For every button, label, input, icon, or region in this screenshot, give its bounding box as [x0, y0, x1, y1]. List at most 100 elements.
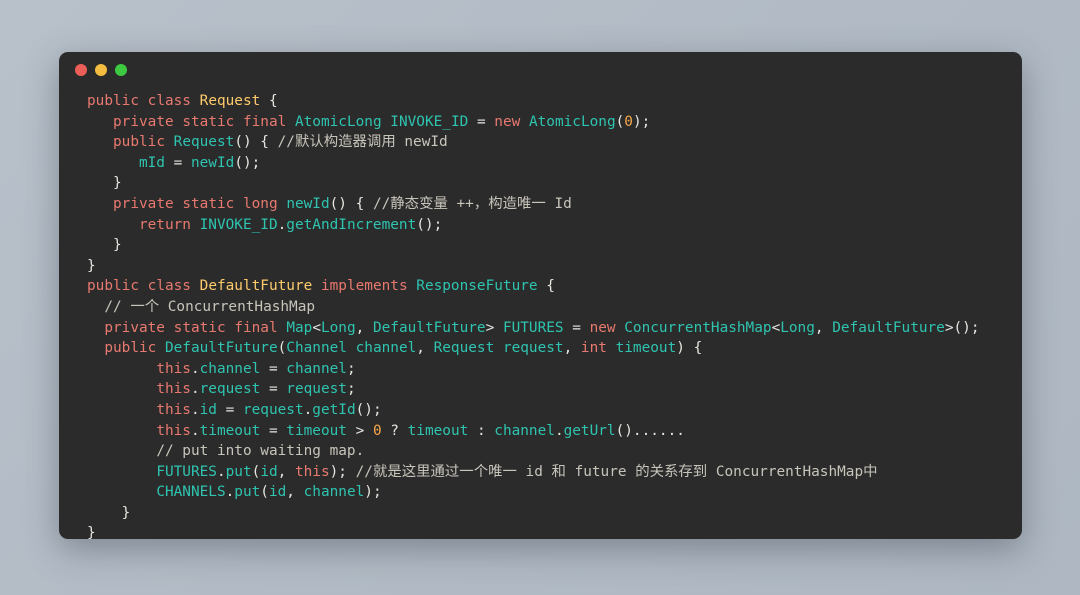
- code-token-type: INVOKE_ID: [199, 216, 278, 233]
- code-token-type: getAndIncrement: [286, 216, 417, 233]
- code-token-plain: (: [277, 340, 287, 357]
- code-token-kw: class: [147, 278, 191, 295]
- code-token-type: channel: [303, 484, 365, 501]
- code-line: public Request() { //默认构造器调用 newId: [87, 132, 1022, 153]
- code-token-plain: ;: [346, 360, 356, 377]
- code-token-plain: ,: [355, 319, 373, 336]
- code-token-type: mId: [138, 154, 165, 171]
- code-token-kw: this: [294, 463, 330, 480]
- code-token-plain: );: [632, 113, 651, 130]
- code-token-type: request: [242, 401, 304, 418]
- code-editor-window: public class Request { private static fi…: [59, 52, 1022, 539]
- code-token-type: newId: [286, 195, 330, 212]
- code-line: }: [87, 256, 1022, 277]
- code-token-plain: {: [537, 278, 555, 295]
- code-token-plain: ,: [277, 463, 295, 480]
- code-token-plain: =: [563, 319, 590, 336]
- code-token-kw: this: [156, 360, 191, 377]
- code-line: public class Request {: [87, 91, 1022, 112]
- code-token-plain: ?: [381, 422, 408, 439]
- code-token-plain: ();: [234, 154, 261, 171]
- code-token-plain: () {: [234, 134, 278, 151]
- code-token-plain: ) {: [676, 340, 703, 357]
- code-line: private static final AtomicLong INVOKE_I…: [87, 112, 1022, 133]
- code-token-num: 0: [624, 113, 633, 130]
- code-token-plain: =: [476, 113, 486, 130]
- code-token-type: ConcurrentHashMap: [624, 319, 772, 336]
- code-token-plain: ;: [346, 381, 356, 398]
- code-token-kw: this: [156, 381, 191, 398]
- code-token-type: getId: [312, 401, 356, 418]
- code-token-kw: this: [156, 401, 191, 418]
- code-token-plain: .: [225, 484, 235, 501]
- code-token-plain: .: [277, 216, 287, 233]
- code-token-kw: private: [113, 195, 174, 212]
- close-button-icon[interactable]: [75, 63, 87, 76]
- maximize-button-icon[interactable]: [115, 63, 127, 76]
- code-token-plain: }: [87, 175, 122, 192]
- code-token-type: INVOKE_ID: [390, 113, 469, 130]
- code-token-plain: ,: [563, 340, 581, 357]
- code-token-plain: ,: [416, 340, 434, 357]
- code-token-num: 0: [372, 422, 382, 439]
- code-token-type: timeout: [286, 422, 347, 439]
- code-token-plain: :: [468, 422, 495, 439]
- code-block[interactable]: public class Request { private static fi…: [59, 87, 1022, 539]
- code-token-type: request: [199, 381, 261, 398]
- code-token-cmt: // put into waiting map.: [156, 443, 365, 460]
- code-token-cmt: //静态变量 ++，构造唯一 Id: [372, 195, 572, 212]
- code-token-kw: public: [104, 340, 157, 357]
- code-token-cmt: // 一个 ConcurrentHashMap: [104, 298, 316, 315]
- code-token-plain: >: [485, 319, 503, 336]
- window-titlebar: [59, 52, 1022, 87]
- code-token-cls: DefaultFuture: [199, 278, 313, 295]
- code-token-type: CHANNELS: [156, 484, 226, 501]
- code-token-kw: static: [173, 319, 226, 336]
- code-token-type: id: [260, 463, 278, 480]
- code-token-type: channel: [286, 360, 347, 377]
- code-token-kw: return: [138, 216, 191, 233]
- code-token-type: request: [286, 381, 347, 398]
- code-token-plain: ();: [355, 401, 382, 418]
- code-token-kw: this: [156, 422, 191, 439]
- code-token-plain: .: [216, 463, 226, 480]
- code-token-plain: (: [251, 463, 261, 480]
- code-token-plain: ();: [416, 216, 443, 233]
- code-token-plain: .: [554, 422, 564, 439]
- code-token-plain: =: [260, 360, 287, 377]
- code-line: CHANNELS.put(id, channel);: [87, 482, 1022, 503]
- code-token-plain: =: [260, 381, 287, 398]
- code-line: }: [87, 523, 1022, 539]
- code-token-plain: }: [87, 504, 131, 521]
- code-token-plain: <: [771, 319, 781, 336]
- code-token-type: Long: [320, 319, 356, 336]
- code-token-type: Map: [286, 319, 313, 336]
- code-token-type: DefaultFuture: [832, 319, 945, 336]
- code-line: }: [87, 503, 1022, 524]
- code-token-type: Channel: [286, 340, 347, 357]
- code-token-plain: );: [364, 484, 382, 501]
- code-line: this.channel = channel;: [87, 359, 1022, 380]
- code-token-plain: () {: [329, 195, 373, 212]
- code-token-type: FUTURES: [156, 463, 217, 480]
- minimize-button-icon[interactable]: [95, 63, 107, 76]
